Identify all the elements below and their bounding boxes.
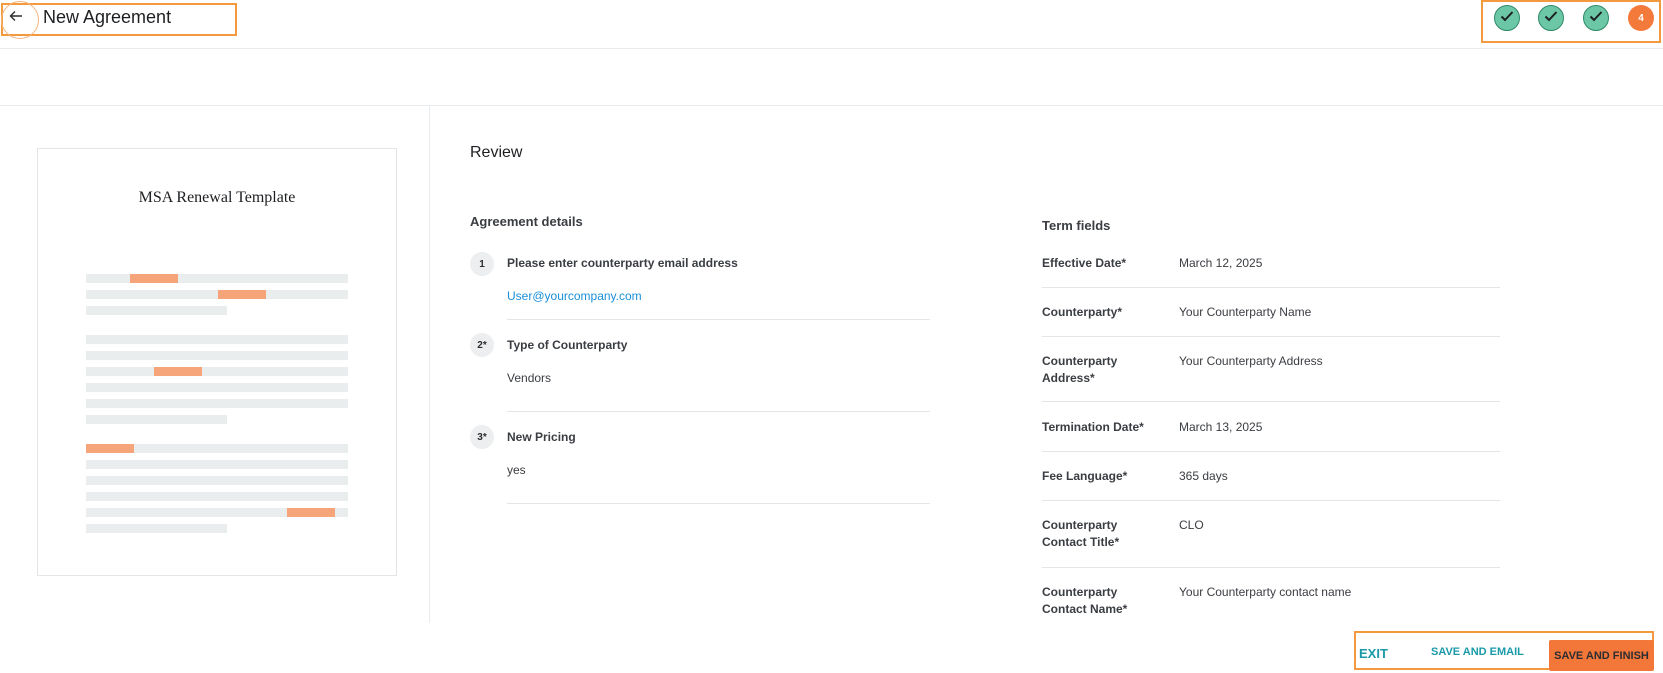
text-line [86,476,348,485]
step-4[interactable]: 4 [1628,5,1654,31]
field-highlight [218,290,266,299]
step-4-label: 4 [1638,12,1644,24]
text-line [86,383,348,392]
term-value: March 13, 2025 [1179,420,1263,434]
review-heading: Review [470,144,523,161]
text-line [86,290,348,299]
term-label: Counterparty Contact Name* [1042,585,1128,616]
text-line [86,524,227,533]
header-bar: New Agreement 4 [0,0,1663,49]
term-value: Your Counterparty contact name [1179,585,1352,599]
exit-button[interactable]: EXIT [1359,646,1388,661]
term-label: Counterparty Contact Title* [1042,518,1120,549]
page-title: New Agreement [43,7,172,27]
term-value: Your Counterparty Name [1179,305,1312,319]
term-value: CLO [1179,518,1204,532]
document-preview-panel: MSA Renewal Template [0,106,430,623]
question-value: yes [507,463,526,477]
document-preview: MSA Renewal Template [37,148,397,576]
counterparty-email-link[interactable]: User@yourcompany.com [507,289,642,303]
divider [1042,287,1500,288]
field-highlight [287,508,335,517]
divider [1042,567,1500,568]
divider [507,411,930,412]
term-label: Fee Language* [1042,469,1128,483]
save-and-email-button[interactable]: SAVE AND EMAIL [1431,646,1524,658]
divider [1042,500,1500,501]
text-line [86,492,348,501]
field-highlight [154,367,202,376]
divider [1042,451,1500,452]
text-line [86,415,227,424]
term-label: Termination Date* [1042,420,1144,434]
step-1[interactable] [1494,5,1520,31]
divider [1042,401,1500,402]
question-label: Please enter counterparty email address [507,256,738,270]
term-value: Your Counterparty Address [1179,354,1323,368]
term-label: Effective Date* [1042,256,1127,270]
check-icon [1542,7,1560,30]
text-line [86,351,348,360]
text-line [86,306,227,315]
term-value: March 12, 2025 [1179,256,1263,270]
question-value: Vendors [507,371,552,385]
document-title: MSA Renewal Template [138,189,296,206]
back-button[interactable] [1,1,39,39]
question-label: New Pricing [507,430,576,444]
agreement-details-heading: Agreement details [470,214,583,229]
question-number: 3* [470,425,494,449]
term-label: Counterparty* [1042,305,1123,319]
term-value: 365 days [1179,469,1228,483]
text-line [86,274,348,283]
step-2[interactable] [1538,5,1564,31]
save-and-finish-button[interactable]: SAVE AND FINISH [1549,640,1654,671]
sub-toolbar [0,49,1663,106]
text-line [86,460,348,469]
divider [1042,336,1500,337]
step-3[interactable] [1583,5,1609,31]
question-number: 2* [470,333,494,357]
term-label: Counterparty Address* [1042,354,1118,385]
text-line [86,399,348,408]
arrow-left-icon [9,11,24,29]
check-icon [1498,7,1516,30]
field-highlight [130,274,178,283]
text-line [86,367,348,376]
text-line [86,335,348,344]
term-fields-heading: Term fields [1042,218,1111,233]
check-icon [1587,7,1605,30]
field-highlight [86,444,134,453]
divider [507,503,930,504]
question-number: 1 [470,252,494,276]
divider [507,319,930,320]
question-label: Type of Counterparty [507,338,628,352]
